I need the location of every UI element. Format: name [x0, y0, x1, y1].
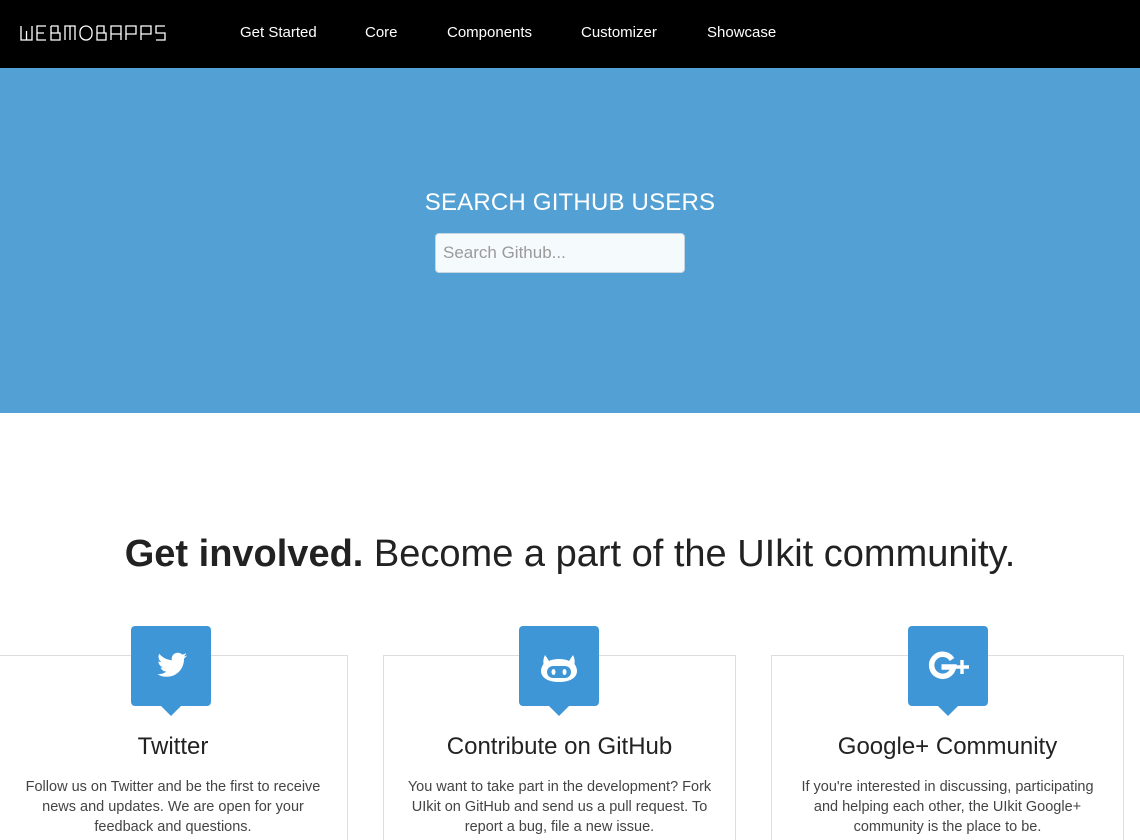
- nav-core[interactable]: Core: [365, 24, 398, 42]
- panel-text: If you're interested in discussing, part…: [801, 779, 1094, 835]
- github-search-input[interactable]: [435, 233, 685, 273]
- hero-section: SEARCH GITHUB USERS: [0, 68, 1140, 413]
- headline-bold: Get involved.: [124, 533, 364, 575]
- google-plus-badge[interactable]: [908, 626, 988, 716]
- top-navbar: Get Started Core Components Customizer S…: [0, 0, 1140, 68]
- panel-text: You want to take part in the development…: [407, 779, 712, 835]
- panel-title: Contribute on GitHub: [446, 733, 673, 760]
- panel-title: Google+ Community: [837, 733, 1058, 760]
- hero-title: SEARCH GITHUB USERS: [424, 189, 716, 216]
- nav-get-started[interactable]: Get Started: [240, 24, 317, 42]
- site-logo[interactable]: [20, 25, 180, 41]
- panel-text: Follow us on Twitter and be the first to…: [25, 779, 321, 835]
- nav-showcase[interactable]: Showcase: [707, 24, 776, 42]
- github-badge[interactable]: [519, 626, 599, 716]
- headline-rest: Become a part of the UIkit community.: [373, 533, 1016, 575]
- nav-components[interactable]: Components: [447, 24, 532, 42]
- twitter-badge[interactable]: [131, 626, 211, 716]
- github-icon: [541, 655, 577, 682]
- twitter-icon: [157, 652, 187, 677]
- community-headline: Get involved. Become a part of the UIkit…: [0, 531, 1140, 577]
- panel-title: Twitter: [137, 733, 209, 760]
- nav-customizer[interactable]: Customizer: [581, 24, 657, 42]
- google-plus-icon: [928, 651, 969, 680]
